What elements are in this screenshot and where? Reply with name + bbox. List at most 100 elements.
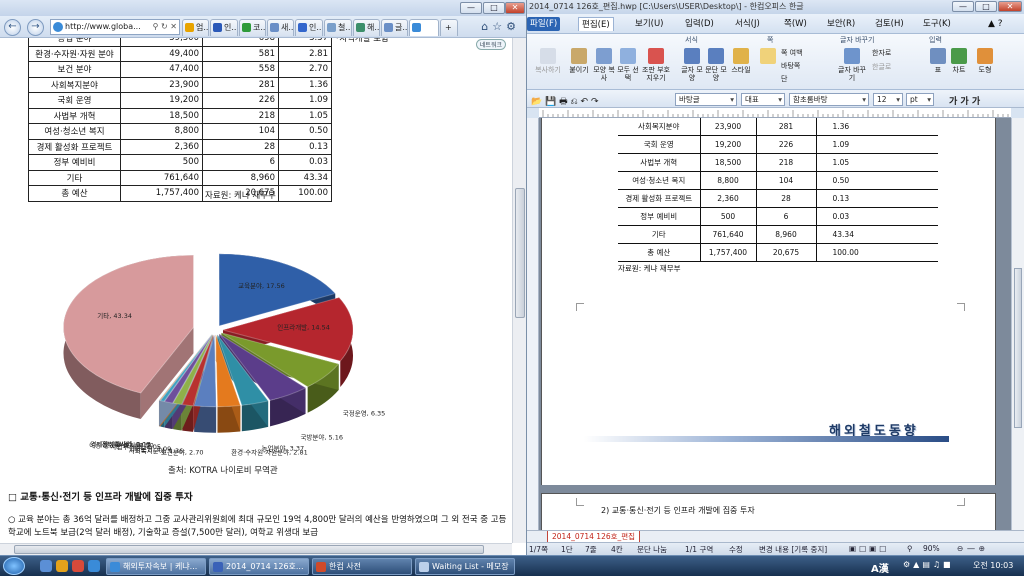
taskbar-item[interactable]: 2014_0714 126호... (209, 558, 309, 575)
para-shape-button[interactable]: 문단 모양 (705, 48, 727, 82)
table-cell: 경제 활성화 프로젝트 (618, 189, 700, 208)
table-cell: 218 (202, 107, 279, 124)
browser-tab[interactable]: 엄... (182, 19, 209, 36)
table-cell: 49,400 (120, 45, 203, 62)
minimize-button[interactable]: — (460, 2, 482, 14)
zoom-level[interactable]: 90% (923, 544, 940, 553)
page-setup-icon[interactable] (759, 48, 777, 66)
shape-button[interactable]: 도형 (975, 48, 995, 74)
status-track-changes[interactable]: 변경 내용 [기록 중지] (759, 544, 827, 555)
select-all-button[interactable]: 모두 선택 (617, 48, 639, 82)
quicklaunch-icon[interactable] (40, 560, 52, 572)
browser-tab-active[interactable] (409, 19, 439, 36)
scroll-thumb[interactable] (1014, 268, 1022, 428)
menu-bar: 파일(F) 편집(E) 보기(U) 입력(D) 서식(J) 쪽(W) 보안(R)… (527, 14, 1024, 34)
help-icon[interactable]: ▲ ? (985, 17, 1006, 31)
menu-view[interactable]: 보기(U) (632, 17, 667, 31)
table-cell: 8,960 (755, 225, 816, 244)
style-button[interactable]: 스타일 (729, 48, 753, 74)
table-source: 자료원: 케냐 재무부 (205, 191, 276, 201)
quicklaunch-icon[interactable] (88, 560, 100, 572)
page-gap (541, 485, 996, 493)
table-cell (331, 92, 403, 108)
table-row: 환경·수자원·자원 분야 49,400 581 2.81 (28, 45, 403, 62)
new-tab-button[interactable]: + (440, 19, 458, 36)
window-title: 2014_0714 126호_편집.hwp [C:\Users\USER\Des… (529, 2, 804, 11)
page-margin-button[interactable]: 쪽 여백 (781, 48, 803, 58)
maximize-button[interactable]: □ (975, 1, 997, 12)
address-bar[interactable]: http://www.globa... ⚲ ↻ ✕ (50, 19, 180, 35)
taskbar-item[interactable]: 해외투자속보 | 케냐... (106, 558, 206, 575)
size-unit-select[interactable]: pt (906, 93, 934, 106)
maximize-button[interactable]: □ (483, 2, 505, 14)
browser-tab[interactable]: 인... (295, 19, 323, 36)
view-mode-icons[interactable]: ▣□▣□ (849, 544, 889, 553)
browser-tab[interactable]: 해... (353, 19, 380, 36)
font-select[interactable]: 함초롬바탕 (789, 93, 869, 106)
home-star-gear-icons[interactable]: ⌂☆⚙ (481, 20, 520, 33)
format-toolbar: 📂 💾 🖶 ⎌ ↶ ↷ 바탕글 대표 함초롬바탕 12 pt 가 가 가 (527, 90, 1024, 108)
clock[interactable]: 오전 10:03 (973, 560, 1013, 571)
menu-tools[interactable]: 도구(K) (920, 17, 954, 31)
style-select[interactable]: 바탕글 (675, 93, 737, 106)
table-cell: 2,360 (120, 138, 203, 155)
menu-insert[interactable]: 입력(D) (682, 17, 717, 31)
tray-icons[interactable]: ⚙▲▤♫■ (903, 560, 954, 569)
back-button[interactable]: ← (4, 19, 21, 36)
copy-button[interactable]: 복사하기 (533, 48, 563, 74)
chart-button[interactable]: 차트 (949, 48, 969, 74)
network-badge[interactable]: 네트워크 (475, 39, 506, 50)
address-tools-icon[interactable]: ⚲ ↻ ✕ (153, 20, 177, 34)
char-shape-button[interactable]: 글자 모양 (681, 48, 703, 82)
font-lang-select[interactable]: 대표 (741, 93, 785, 106)
bold-italic-underline[interactable]: 가 가 가 (949, 94, 980, 107)
quicklaunch-icon[interactable] (56, 560, 68, 572)
menu-page[interactable]: 쪽(W) (781, 17, 810, 31)
table-row: 기타 761,640 8,960 43.34 (28, 169, 403, 186)
font-size-input[interactable]: 12 (873, 93, 903, 106)
close-button[interactable]: ✕ (998, 1, 1022, 12)
browser-tab[interactable]: 새... (267, 19, 294, 36)
horizontal-scrollbar[interactable] (0, 543, 512, 555)
zoom-icon[interactable]: ⚲ (907, 544, 913, 553)
status-edit-mode[interactable]: 수정 (729, 544, 743, 555)
table-cell: 226 (202, 92, 279, 109)
ime-indicator[interactable]: A漢 (871, 560, 889, 575)
browser-tab[interactable]: 글... (381, 19, 408, 36)
menu-edit[interactable]: 편집(E) (578, 17, 614, 31)
clear-codes-button[interactable]: 조판 부호 지우기 (641, 48, 671, 82)
to-hangul-button[interactable]: 한글로 (872, 62, 891, 72)
master-page-button[interactable]: 바탕쪽 (781, 61, 800, 71)
quicklaunch-icon[interactable] (72, 560, 84, 572)
table-button[interactable]: 표 (929, 48, 947, 74)
menu-file[interactable]: 파일(F) (527, 17, 561, 31)
taskbar-item[interactable]: Waiting List - 메모장 (415, 558, 515, 575)
scroll-thumb[interactable] (14, 545, 484, 554)
scroll-thumb[interactable] (515, 188, 525, 318)
start-button[interactable] (3, 557, 25, 575)
format-painter-button[interactable]: 모양 복사 (593, 48, 615, 82)
horizontal-ruler[interactable] (539, 108, 1011, 118)
zoom-controls-icon[interactable]: ⊖―⊕ (957, 544, 989, 553)
menu-review[interactable]: 검토(H) (872, 17, 907, 31)
table-row: 사회복지분야 23,900 281 1.36 (618, 118, 938, 136)
forward-button[interactable]: → (27, 19, 44, 36)
browser-tab[interactable]: 철... (324, 19, 352, 36)
taskbar-item[interactable]: 한컴 사전 (312, 558, 412, 575)
menu-format[interactable]: 서식(J) (732, 17, 763, 31)
vertical-scrollbar[interactable] (512, 38, 526, 543)
to-hanja-button[interactable]: 한자로 (872, 48, 891, 58)
table-cell: 1.05 (278, 107, 332, 124)
paste-button[interactable]: 붙이기 (567, 48, 591, 74)
vertical-scrollbar[interactable] (1011, 118, 1024, 530)
table-row: 공업 분야 59,300 698 3.37 *지역개발 포함 (28, 38, 403, 47)
browser-tab[interactable]: 코... (239, 19, 266, 36)
char-replace-button[interactable]: 글자 바꾸기 (837, 48, 867, 82)
minimize-button[interactable]: — (952, 1, 974, 12)
close-button[interactable]: ✕ (505, 2, 525, 14)
browser-tab[interactable]: 인... (210, 19, 238, 36)
menu-security[interactable]: 보안(R) (824, 17, 858, 31)
table-cell: 보건 분야 (28, 61, 121, 78)
table-cell: 47,400 (120, 61, 203, 78)
columns-button[interactable]: 단 (781, 74, 787, 84)
